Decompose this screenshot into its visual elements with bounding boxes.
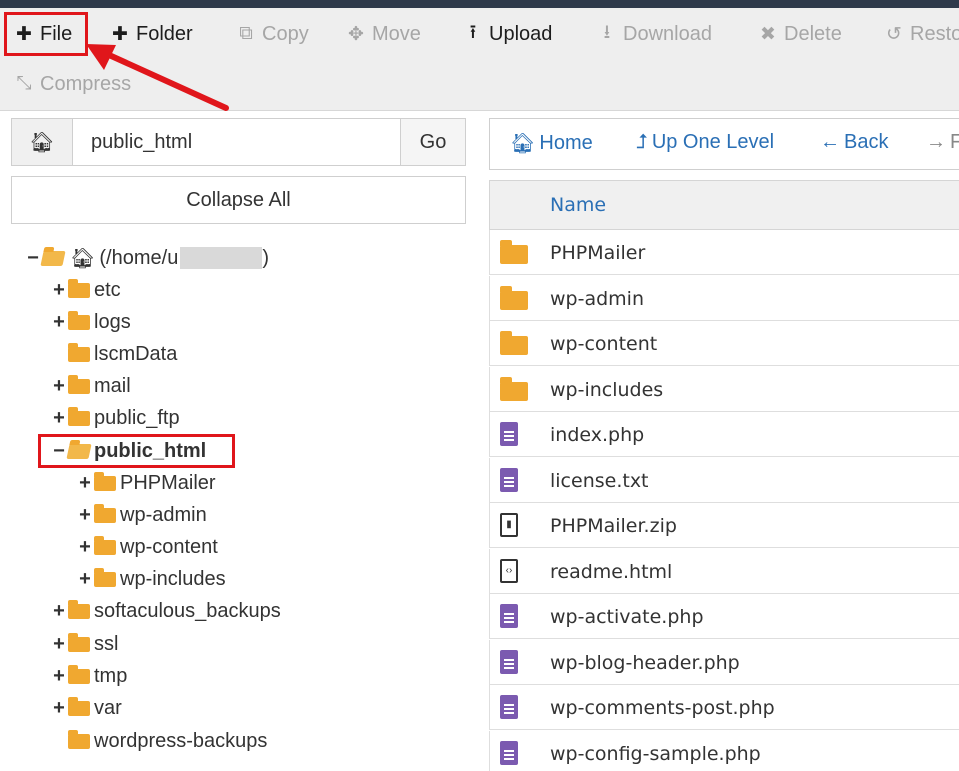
- expand-toggle[interactable]: +: [76, 536, 94, 559]
- text-file-icon: [500, 604, 518, 633]
- expand-toggle[interactable]: +: [76, 568, 94, 591]
- folder-icon: [68, 599, 90, 619]
- home-link[interactable]: 🏠︎ Home: [510, 131, 593, 156]
- file-row[interactable]: license.txt: [489, 458, 959, 503]
- folder-icon: [94, 503, 116, 523]
- home-icon: 🏠︎: [510, 133, 536, 155]
- name-column-header[interactable]: Name: [550, 194, 606, 216]
- text-file-icon: [500, 695, 518, 724]
- folder-icon: [500, 240, 528, 269]
- file-row[interactable]: index.php: [489, 412, 959, 457]
- folder-icon: [68, 632, 90, 652]
- tree-item-mail[interactable]: + mail: [50, 371, 131, 401]
- file-row[interactable]: wp-blog-header.php: [489, 640, 959, 685]
- navigation-bar: 🏠︎ Home ⮥ Up One Level ← Back → F: [489, 118, 959, 170]
- folder-icon: [68, 664, 90, 684]
- folder-icon: [500, 377, 528, 406]
- level-up-icon: ⮥: [636, 131, 648, 153]
- tree-item-softaculous-backups[interactable]: + softaculous_backups: [50, 596, 281, 626]
- file-list-header: Name: [489, 180, 959, 230]
- folder-icon: [68, 278, 90, 298]
- file-row[interactable]: wp-admin: [489, 276, 959, 321]
- folder-icon: [68, 406, 90, 426]
- folder-icon: [68, 696, 90, 716]
- tree-item-lscmdata[interactable]: lscmData: [50, 339, 177, 369]
- expand-toggle[interactable]: +: [76, 504, 94, 527]
- folder-icon: [68, 310, 90, 330]
- expand-toggle[interactable]: +: [76, 472, 94, 495]
- tree-item-phpmailer[interactable]: + PHPMailer: [76, 468, 216, 498]
- text-file-icon: [500, 650, 518, 679]
- expand-toggle[interactable]: +: [50, 697, 68, 720]
- file-row[interactable]: PHPMailer: [489, 230, 959, 275]
- text-file-icon: [500, 422, 518, 451]
- folder-icon: [94, 535, 116, 555]
- collapse-toggle[interactable]: −: [24, 247, 42, 270]
- tree-item-wp-content[interactable]: + wp-content: [76, 532, 218, 562]
- file-row[interactable]: wp-includes: [489, 367, 959, 412]
- tree-item-ssl[interactable]: + ssl: [50, 629, 118, 659]
- path-input[interactable]: [73, 119, 400, 165]
- zip-file-icon: ▮: [500, 513, 518, 537]
- file-row[interactable]: wp-content: [489, 321, 959, 366]
- public-html-highlight: [38, 434, 235, 468]
- home-icon[interactable]: 🏠︎: [12, 119, 73, 165]
- back-link[interactable]: ← Back: [820, 131, 888, 154]
- folder-icon: [94, 567, 116, 587]
- file-row[interactable]: wp-comments-post.php: [489, 685, 959, 730]
- redacted-username: [180, 247, 263, 269]
- file-row[interactable]: ▮ PHPMailer.zip: [489, 503, 959, 548]
- expand-toggle[interactable]: +: [50, 665, 68, 688]
- file-row[interactable]: ‹› readme.html: [489, 549, 959, 594]
- text-file-icon: [500, 468, 518, 497]
- tree-item-logs[interactable]: + logs: [50, 307, 131, 337]
- tree-item-wp-admin[interactable]: + wp-admin: [76, 500, 207, 530]
- expand-toggle[interactable]: +: [50, 311, 68, 334]
- folder-icon: [68, 729, 90, 749]
- file-row[interactable]: wp-activate.php: [489, 594, 959, 639]
- tree-item-public-ftp[interactable]: + public_ftp: [50, 403, 180, 433]
- folder-icon: [68, 374, 90, 394]
- file-row[interactable]: wp-config-sample.php: [489, 731, 959, 771]
- expand-toggle[interactable]: +: [50, 600, 68, 623]
- arrow-right-icon: →: [926, 131, 946, 153]
- expand-toggle[interactable]: +: [50, 279, 68, 302]
- tree-item-tmp[interactable]: + tmp: [50, 661, 127, 691]
- tree-item-wordpress-backups[interactable]: wordpress-backups: [50, 726, 267, 756]
- go-button[interactable]: Go: [400, 119, 465, 165]
- home-icon: 🏠︎: [70, 247, 96, 270]
- html-file-icon: ‹›: [500, 559, 518, 583]
- expand-toggle[interactable]: +: [50, 407, 68, 430]
- expand-toggle[interactable]: +: [50, 633, 68, 656]
- folder-open-icon: [40, 250, 66, 266]
- up-one-level-link[interactable]: ⮥ Up One Level: [636, 131, 774, 154]
- forward-link[interactable]: → F: [926, 131, 959, 154]
- callout-arrow: [86, 44, 229, 111]
- folder-icon: [500, 286, 528, 315]
- text-file-icon: [500, 741, 518, 770]
- arrow-left-icon: ←: [820, 131, 840, 153]
- tree-item-var[interactable]: + var: [50, 693, 122, 723]
- tree-item-home[interactable]: − 🏠︎ (/home/u): [24, 243, 269, 273]
- tree-item-etc[interactable]: + etc: [50, 275, 121, 305]
- expand-toggle[interactable]: +: [50, 375, 68, 398]
- folder-icon: [500, 331, 528, 360]
- path-bar: 🏠︎ Go: [11, 118, 466, 166]
- folder-icon: [68, 342, 90, 362]
- folder-icon: [94, 471, 116, 491]
- collapse-all-button[interactable]: Collapse All: [11, 176, 466, 224]
- tree-item-wp-includes[interactable]: + wp-includes: [76, 564, 226, 594]
